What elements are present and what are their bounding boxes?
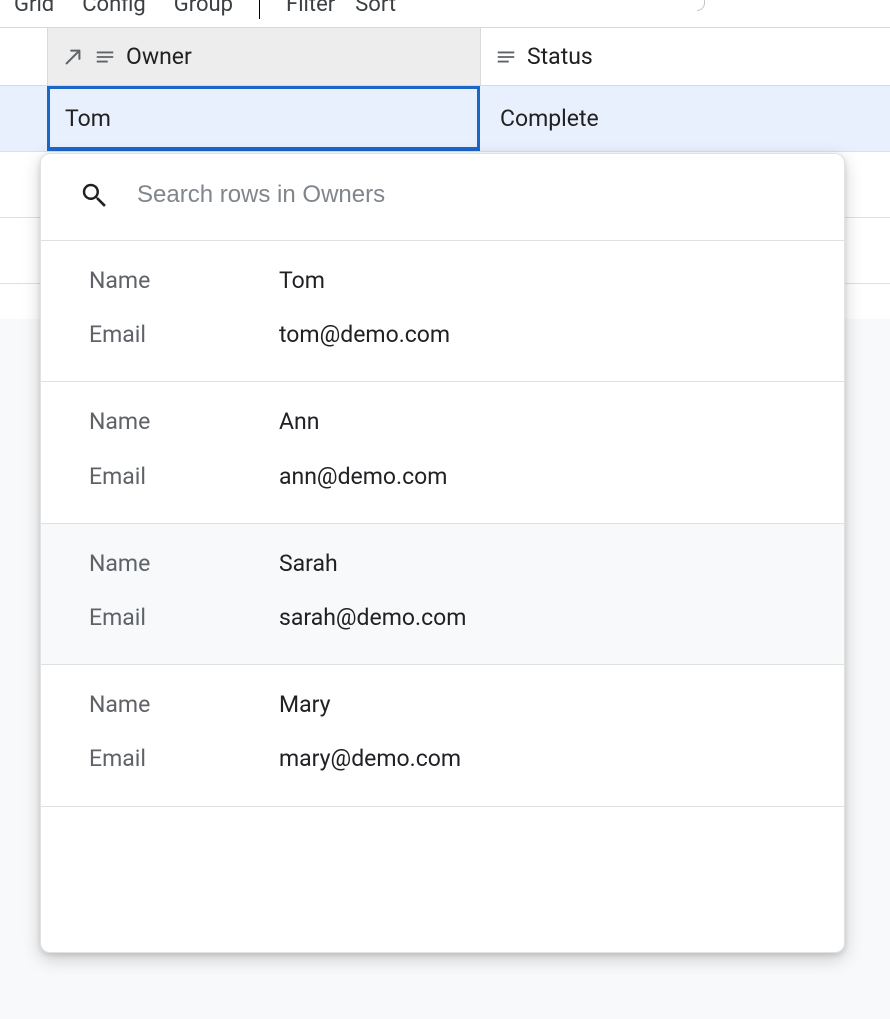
column-header-row: Owner Status bbox=[0, 28, 890, 86]
lookup-search-row bbox=[41, 154, 844, 241]
lookup-field-label-email: Email bbox=[89, 461, 279, 493]
text-column-icon bbox=[495, 46, 517, 68]
lookup-field-label-name: Name bbox=[89, 265, 279, 297]
table-row[interactable]: Tom Complete bbox=[0, 86, 890, 152]
lookup-field-name: Ann bbox=[279, 406, 319, 438]
toolbar-separator bbox=[259, 0, 260, 19]
group-button[interactable]: Group bbox=[166, 0, 233, 17]
lookup-field-email: tom@demo.com bbox=[279, 319, 450, 351]
view-toolbar: Grid Config Group Filter Sort bbox=[0, 0, 890, 25]
filter-label: Filter bbox=[286, 0, 335, 17]
owner-lookup-dropdown: Name Tom Email tom@demo.com Name Ann Ema… bbox=[40, 153, 845, 953]
text-column-icon bbox=[94, 46, 116, 68]
lookup-option[interactable]: Name Ann Email ann@demo.com bbox=[41, 382, 844, 523]
lookup-option[interactable]: Name Mary Email mary@demo.com bbox=[41, 665, 844, 806]
lookup-search-input[interactable] bbox=[137, 181, 806, 209]
cell-status-value: Complete bbox=[500, 105, 599, 132]
lookup-arrow-icon bbox=[62, 46, 84, 68]
sort-label: Sort bbox=[355, 0, 396, 17]
column-header-owner-label: Owner bbox=[126, 43, 192, 70]
toolbar-end-cap bbox=[697, 0, 705, 11]
lookup-field-email: ann@demo.com bbox=[279, 461, 447, 493]
cell-status[interactable]: Complete bbox=[480, 86, 890, 151]
group-label: Group bbox=[174, 0, 233, 17]
lookup-field-label-email: Email bbox=[89, 743, 279, 775]
lookup-field-email: sarah@demo.com bbox=[279, 602, 466, 634]
search-icon bbox=[79, 180, 109, 210]
lookup-field-label-email: Email bbox=[89, 602, 279, 634]
column-header-status-label: Status bbox=[527, 43, 593, 70]
cell-owner[interactable]: Tom bbox=[47, 86, 480, 151]
lookup-field-name: Tom bbox=[279, 265, 325, 297]
config-label: Config bbox=[82, 0, 146, 17]
lookup-field-name: Sarah bbox=[279, 548, 338, 580]
lookup-option[interactable]: Name Tom Email tom@demo.com bbox=[41, 241, 844, 382]
column-header-owner[interactable]: Owner bbox=[47, 28, 480, 86]
lookup-field-label-name: Name bbox=[89, 689, 279, 721]
sort-button[interactable]: Sort bbox=[355, 0, 396, 17]
filter-button[interactable]: Filter bbox=[286, 0, 335, 17]
grid-view-button[interactable]: Grid bbox=[6, 0, 54, 17]
config-button[interactable]: Config bbox=[74, 0, 146, 17]
lookup-option[interactable]: Name Sarah Email sarah@demo.com bbox=[41, 524, 844, 665]
cell-owner-value: Tom bbox=[65, 105, 111, 132]
lookup-field-label-name: Name bbox=[89, 406, 279, 438]
grid-view-label: Grid bbox=[14, 0, 54, 17]
lookup-field-email: mary@demo.com bbox=[279, 743, 461, 775]
lookup-field-label-name: Name bbox=[89, 548, 279, 580]
column-header-status[interactable]: Status bbox=[480, 28, 890, 86]
lookup-field-name: Mary bbox=[279, 689, 330, 721]
row-number-gutter bbox=[0, 28, 47, 86]
lookup-field-label-email: Email bbox=[89, 319, 279, 351]
row-number-cell[interactable] bbox=[0, 86, 47, 151]
